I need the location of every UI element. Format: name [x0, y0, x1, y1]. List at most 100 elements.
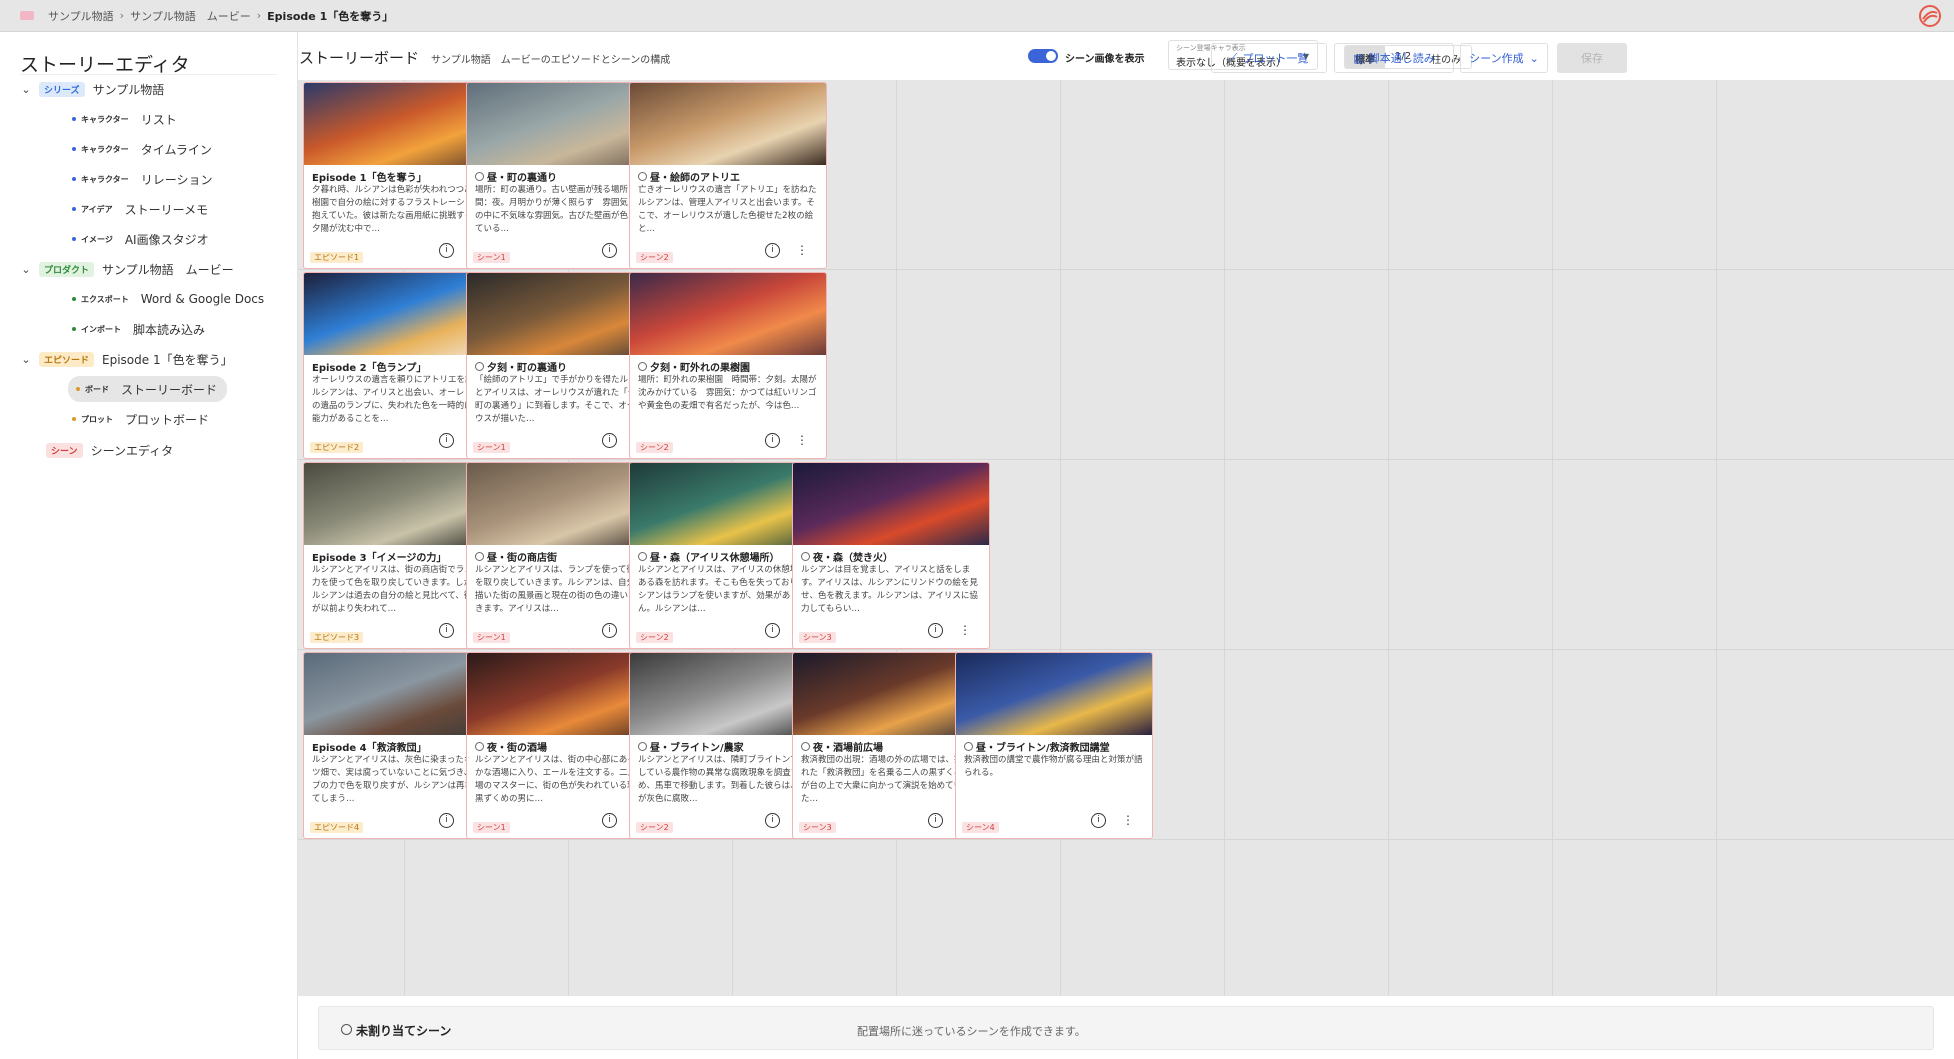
brand-logo-icon [1919, 5, 1941, 27]
sidebar-item-scene-editor[interactable]: シーン シーンエディタ [46, 437, 173, 463]
script-read-label: 脚本通し読み [1368, 52, 1435, 65]
scene-card[interactable]: 昼・ブライトン/救済教団講堂 救済教団の講堂で農作物が腐る理由と対策が語られる。シ… [955, 652, 1153, 839]
card-title-text: 昼・ブライトン/農家 [650, 743, 744, 754]
sidebar-item-series[interactable]: ⌄ シリーズ サンプル物語 [17, 76, 164, 102]
sidebar-item-label: Word & Google Docs [140, 292, 265, 306]
breadcrumb-series[interactable]: サンプル物語 [48, 8, 114, 24]
breadcrumb-product[interactable]: サンプル物語 ムービー [130, 8, 251, 24]
card-title-text: 夜・酒場前広場 [813, 743, 883, 754]
info-icon[interactable]: i [602, 243, 617, 258]
scene-badge: シーン1 [473, 822, 510, 833]
scene-create-label: シーン作成 [1469, 52, 1524, 65]
sidebar-item-storyboard[interactable]: ボード ストーリーボード [68, 376, 228, 402]
info-icon[interactable]: i [602, 623, 617, 638]
radio-circle-icon[interactable] [475, 172, 484, 181]
card-thumbnail [630, 273, 826, 355]
card-title: 昼・森（アイリス休憩場所） [638, 549, 780, 564]
radio-circle-icon[interactable] [475, 362, 484, 371]
info-icon[interactable]: i [765, 623, 780, 638]
info-icon[interactable]: i [928, 623, 943, 638]
sidebar-item-import[interactable]: インポート 脚本読み込み [72, 316, 205, 342]
card-summary: 亡きオーレリウスの遺言「アトリエ」を訪ねたルシアンは、管理人アイリスと出会います… [638, 185, 817, 234]
info-icon[interactable]: i [602, 433, 617, 448]
bullet-icon [72, 147, 76, 151]
storyboard-header: ストーリーボード サンプル物語 ムービーのエピソードとシーンの構成 シーン画像を… [298, 32, 1954, 82]
radio-circle-icon[interactable] [801, 552, 810, 561]
scene-image-toggle[interactable] [1028, 49, 1058, 63]
radio-circle-icon[interactable] [638, 172, 647, 181]
sidebar-item-label: シーンエディタ [90, 443, 174, 458]
card-summary: 救済教団の講堂で農作物が腐る理由と対策が語られる。 [964, 755, 1143, 778]
tag-idea: アイデア [81, 204, 113, 214]
more-vertical-icon[interactable]: ⋮ [796, 433, 808, 448]
save-button[interactable]: 保存 [1557, 43, 1627, 73]
card-title: Episode 2「色ランプ」 [312, 359, 426, 374]
info-icon[interactable]: i [439, 813, 454, 828]
radio-circle-icon[interactable] [638, 362, 647, 371]
card-title-text: 昼・森（アイリス休憩場所） [650, 553, 780, 564]
card-title-text: Episode 4「救済教団」 [312, 743, 427, 754]
info-icon[interactable]: i [765, 433, 780, 448]
card-title: 昼・町の裏通り [475, 169, 557, 184]
sidebar-item-export[interactable]: エクスポート Word & Google Docs [72, 286, 264, 312]
card-title-text: 昼・町の裏通り [487, 173, 557, 184]
sidebar-item-product[interactable]: ⌄ プロダクト サンプル物語 ムービー [17, 256, 234, 282]
card-title-text: Episode 2「色ランプ」 [312, 363, 427, 374]
tag-import: インポート [81, 324, 121, 334]
info-icon[interactable]: i [928, 813, 943, 828]
radio-circle-icon[interactable] [964, 742, 973, 751]
radio-circle-icon[interactable] [638, 552, 647, 561]
card-title: Episode 4「救済教団」 [312, 739, 427, 754]
info-icon[interactable]: i [439, 623, 454, 638]
scene-badge: シーン4 [962, 822, 999, 833]
bullet-icon [72, 177, 76, 181]
chevron-down-icon[interactable]: ⌄ [17, 263, 35, 276]
chevron-down-icon[interactable]: ⌄ [17, 83, 35, 96]
sidebar-item-episode[interactable]: ⌄ エピソード Episode 1「色を奪う」 [17, 346, 233, 372]
sidebar-item-ai-image-studio[interactable]: イメージ AI画像スタジオ [72, 226, 209, 252]
unassigned-scenes-panel[interactable]: 未割り当てシーン 配置場所に迷っているシーンを作成できます。 [318, 1006, 1934, 1050]
info-icon[interactable]: i [765, 243, 780, 258]
info-icon[interactable]: i [765, 813, 780, 828]
chevron-down-icon[interactable]: ⌄ [17, 353, 35, 366]
scene-badge: シーン1 [473, 632, 510, 643]
scene-card[interactable]: 夜・森（焚き火） ルシアンは目を覚まし、アイリスと話をします。アイリスは、ルシアン… [792, 462, 990, 649]
info-icon[interactable]: i [439, 243, 454, 258]
episode-badge: エピソード3 [310, 632, 364, 643]
breadcrumb-separator: › [256, 9, 262, 22]
more-vertical-icon[interactable]: ⋮ [796, 243, 808, 258]
radio-circle-icon[interactable] [638, 742, 647, 751]
sidebar-item-story-memo[interactable]: アイデア ストーリーメモ [72, 196, 208, 222]
tag-board: ボード [85, 384, 109, 394]
plot-list-button[interactable]: ⟋ プロット一覧 [1211, 43, 1327, 73]
card-title: 夕刻・町の裏通り [475, 359, 567, 374]
radio-circle-icon[interactable] [801, 742, 810, 751]
card-title-text: 夕刻・町の裏通り [487, 363, 567, 374]
tag-character: キャラクター [81, 144, 129, 154]
scene-create-button[interactable]: シーン作成 ⌄ [1460, 43, 1548, 73]
sidebar-item-plotboard[interactable]: プロット プロットボード [72, 406, 209, 432]
sidebar-item-character-timeline[interactable]: キャラクター タイムライン [72, 136, 212, 162]
script-read-button[interactable]: ▥ 脚本通し読み [1334, 43, 1454, 73]
scene-card[interactable]: 昼・絵師のアトリエ 亡きオーレリウスの遺言「アトリエ」を訪ねたルシアンは、管理人ア… [629, 82, 827, 269]
more-vertical-icon[interactable]: ⋮ [959, 623, 971, 638]
radio-circle-icon[interactable] [475, 742, 484, 751]
tag-character: キャラクター [81, 114, 129, 124]
grid-line [298, 839, 1954, 840]
sidebar-item-character-list[interactable]: キャラクター リスト [72, 106, 177, 132]
bullet-icon [72, 417, 76, 421]
grid-line [1224, 80, 1225, 996]
storyboard-grid: Episode 1「色を奪う」 夕暮れ時、ルシアンは色彩が失われつつある果樹園で自… [298, 80, 1954, 996]
radio-circle-icon[interactable] [475, 552, 484, 561]
bullet-icon [72, 327, 76, 331]
more-vertical-icon[interactable]: ⋮ [1122, 813, 1134, 828]
bullet-icon [72, 297, 76, 301]
info-icon[interactable]: i [1091, 813, 1106, 828]
episode-badge: エピソード4 [310, 822, 364, 833]
grid-line [1716, 80, 1717, 996]
scene-card[interactable]: 夕刻・町外れの果樹園 場所：町外れの果樹園 時間帯：夕刻。太陽が沈みかけている 雰… [629, 272, 827, 459]
sidebar-item-character-relation[interactable]: キャラクター リレーション [72, 166, 212, 192]
episode-badge: エピソード2 [310, 442, 364, 453]
info-icon[interactable]: i [602, 813, 617, 828]
info-icon[interactable]: i [439, 433, 454, 448]
